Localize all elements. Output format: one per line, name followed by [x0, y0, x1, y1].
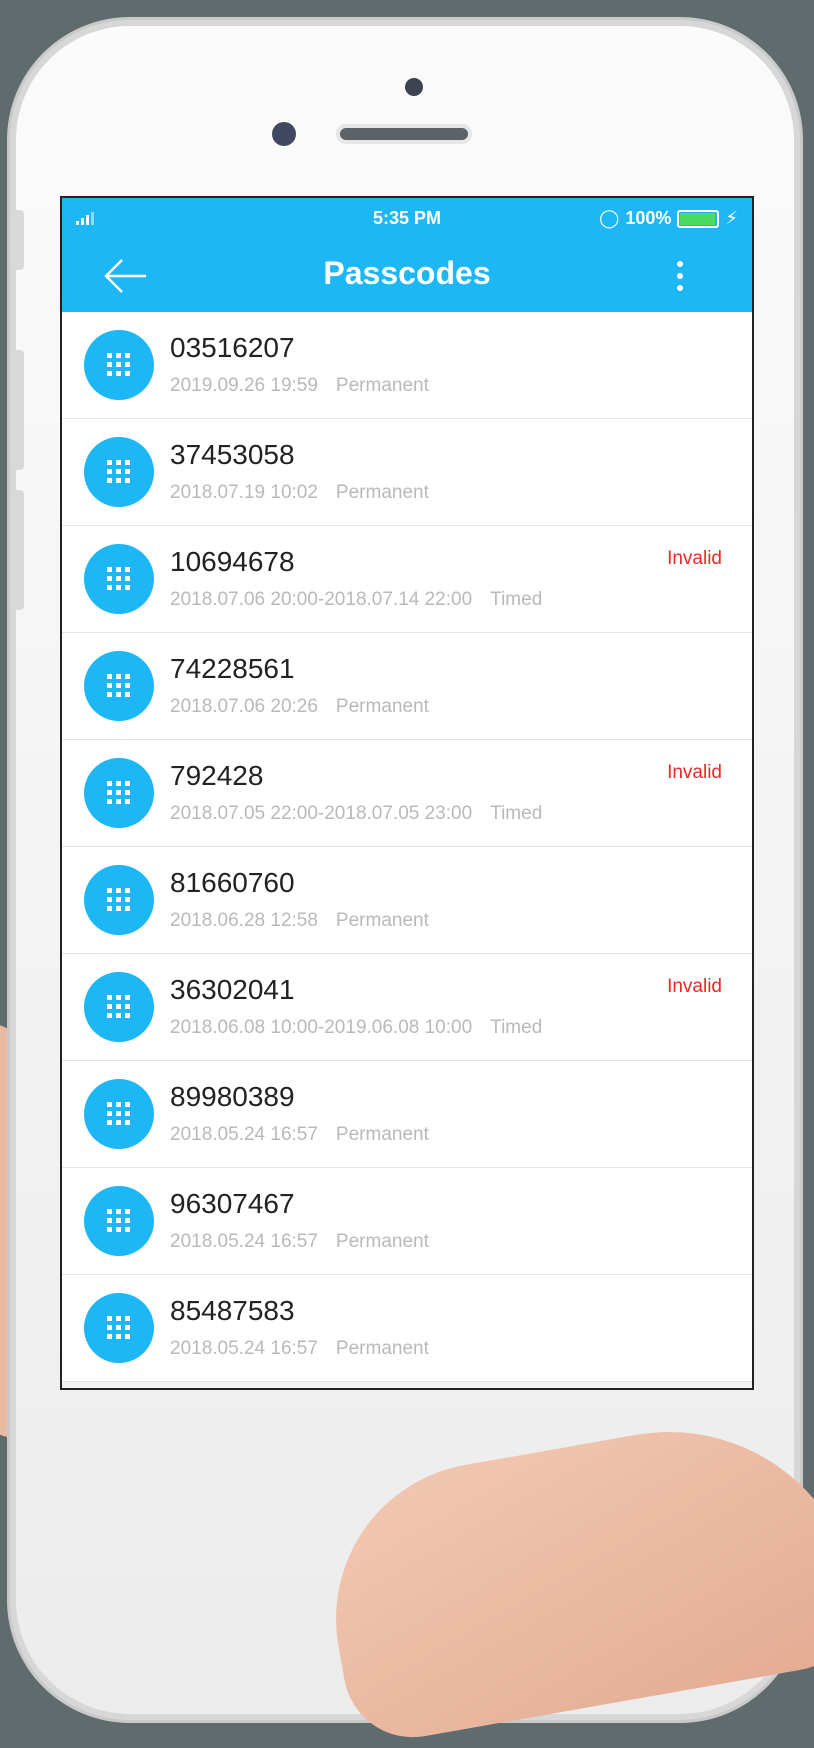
battery-icon	[677, 209, 720, 228]
passcode-row[interactable]: 89980389 2018.05.24 16:57 Permanent	[62, 1061, 752, 1168]
passcode-value: 74228561	[170, 653, 295, 684]
passcode-row[interactable]: 85487583 2018.05.24 16:57 Permanent	[62, 1275, 752, 1382]
passcode-value: 36302041	[170, 974, 295, 1005]
more-vertical-icon	[677, 261, 683, 267]
keypad-icon	[84, 437, 154, 507]
keypad-icon	[84, 1186, 154, 1256]
passcode-list: 03516207 2019.09.26 19:59 Permanent 3745305…	[62, 312, 752, 1382]
passcode-row[interactable]: 03516207 2019.09.26 19:59 Permanent	[62, 312, 752, 419]
keypad-icon	[84, 865, 154, 935]
passcode-date: 2018.05.24 16:57	[170, 1338, 318, 1359]
status-bar: 5:35 PM ◯ 100% ⚡	[62, 198, 752, 238]
passcode-type: Permanent	[335, 1124, 429, 1145]
alarm-icon: ◯	[599, 208, 620, 228]
passcode-date: 2018.07.05 22:00-2018.07.05 23:00	[170, 803, 473, 824]
passcode-date: 2018.07.06 20:26	[170, 696, 318, 717]
status-right: ◯ 100% ⚡	[599, 208, 738, 229]
more-menu-button[interactable]	[670, 256, 690, 296]
status-badge: Invalid	[667, 762, 722, 783]
passcode-row[interactable]: 10694678 2018.07.06 20:00-2018.07.14 22:0…	[62, 526, 752, 633]
keypad-icon	[84, 972, 154, 1042]
keypad-icon	[84, 1293, 154, 1363]
passcode-type: Timed	[490, 589, 543, 610]
passcode-meta: 2018.05.24 16:57 Permanent	[170, 1338, 429, 1360]
status-badge: Invalid	[667, 548, 722, 569]
keypad-icon	[84, 1079, 154, 1149]
nav-bar: Passcodes	[62, 238, 752, 312]
passcode-row[interactable]: 36302041 2018.06.08 10:00-2019.06.08 10:0…	[62, 954, 752, 1061]
passcode-meta: 2018.07.05 22:00-2018.07.05 23:00 Timed	[170, 803, 542, 825]
passcode-date: 2018.05.24 16:57	[170, 1231, 318, 1252]
passcode-meta: 2018.07.06 20:00-2018.07.14 22:00 Timed	[170, 589, 542, 611]
passcode-meta: 2018.06.28 12:58 Permanent	[170, 910, 429, 932]
volume-down-button	[10, 490, 24, 610]
passcode-row[interactable]: 37453058 2018.07.19 10:02 Permanent	[62, 419, 752, 526]
passcode-value: 03516207	[170, 332, 295, 363]
app-screen: 5:35 PM ◯ 100% ⚡ Passcodes 03516207 2019.…	[60, 196, 754, 1390]
passcode-date: 2018.06.28 12:58	[170, 910, 318, 931]
passcode-type: Permanent	[335, 910, 429, 931]
passcode-type: Permanent	[335, 482, 429, 503]
passcode-value: 10694678	[170, 546, 295, 577]
passcode-date: 2018.06.08 10:00-2019.06.08 10:00	[170, 1017, 473, 1038]
passcode-type: Permanent	[335, 1231, 429, 1252]
passcode-type: Permanent	[335, 696, 429, 717]
passcode-meta: 2019.09.26 19:59 Permanent	[170, 375, 429, 397]
passcode-value: 792428	[170, 760, 264, 791]
charging-icon: ⚡	[725, 208, 738, 228]
passcode-meta: 2018.07.06 20:26 Permanent	[170, 696, 429, 718]
passcode-row[interactable]: 792428 2018.07.05 22:00-2018.07.05 23:00 T…	[62, 740, 752, 847]
keypad-icon	[84, 330, 154, 400]
passcode-value: 96307467	[170, 1188, 295, 1219]
status-badge: Invalid	[667, 976, 722, 997]
passcode-meta: 2018.05.24 16:57 Permanent	[170, 1231, 429, 1253]
passcode-meta: 2018.05.24 16:57 Permanent	[170, 1124, 429, 1146]
passcode-date: 2019.09.26 19:59	[170, 375, 318, 396]
passcode-value: 37453058	[170, 439, 295, 470]
keypad-icon	[84, 758, 154, 828]
passcode-type: Permanent	[335, 1338, 429, 1359]
passcode-date: 2018.05.24 16:57	[170, 1124, 318, 1145]
front-camera	[405, 78, 423, 96]
passcode-value: 81660760	[170, 867, 295, 898]
passcode-meta: 2018.06.08 10:00-2019.06.08 10:00 Timed	[170, 1017, 542, 1039]
passcode-value: 89980389	[170, 1081, 295, 1112]
passcode-meta: 2018.07.19 10:02 Permanent	[170, 482, 429, 504]
passcode-row[interactable]: 74228561 2018.07.06 20:26 Permanent	[62, 633, 752, 740]
volume-up-button	[10, 350, 24, 470]
passcode-type: Timed	[490, 1017, 543, 1038]
passcode-type: Timed	[490, 803, 543, 824]
mute-switch	[10, 210, 24, 270]
passcode-row[interactable]: 81660760 2018.06.28 12:58 Permanent	[62, 847, 752, 954]
passcode-date: 2018.07.19 10:02	[170, 482, 318, 503]
passcode-date: 2018.07.06 20:00-2018.07.14 22:00	[170, 589, 473, 610]
page-title: Passcodes	[323, 255, 491, 291]
keypad-icon	[84, 544, 154, 614]
earpiece-speaker	[340, 128, 468, 140]
passcode-row[interactable]: 96307467 2018.05.24 16:57 Permanent	[62, 1168, 752, 1275]
proximity-sensor	[272, 122, 296, 146]
battery-percent: 100%	[625, 208, 672, 228]
keypad-icon	[84, 651, 154, 721]
passcode-value: 85487583	[170, 1295, 295, 1326]
passcode-type: Permanent	[335, 375, 429, 396]
